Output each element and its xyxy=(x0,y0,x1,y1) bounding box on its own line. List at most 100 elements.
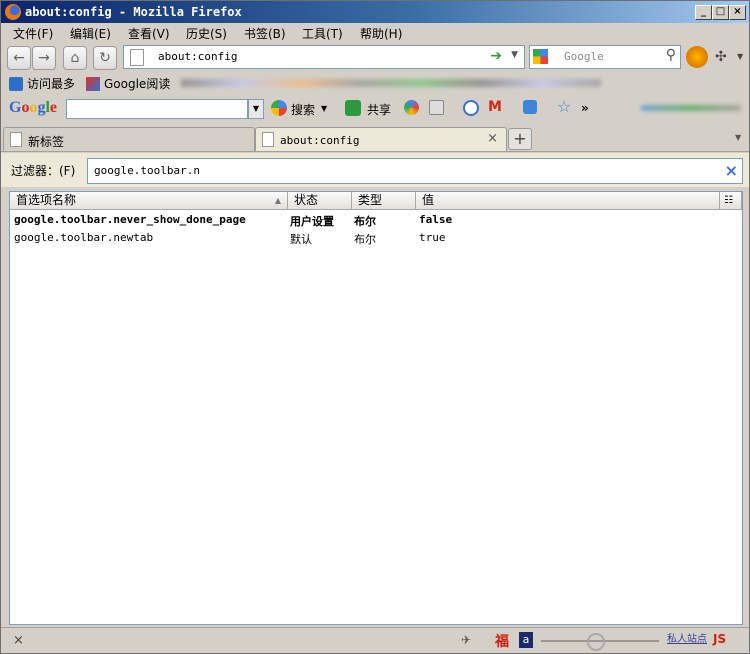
gmail-icon[interactable]: M xyxy=(488,99,502,115)
bookmark-label: Google阅读 xyxy=(104,77,171,91)
addon-face-icon[interactable] xyxy=(686,46,708,68)
bookmark-google-reader[interactable]: Google阅读 xyxy=(86,75,170,92)
tab-label: about:config xyxy=(280,134,360,147)
column-label: 首选项名称 xyxy=(16,193,77,207)
block-icon[interactable] xyxy=(587,633,605,651)
pref-type: 布尔 xyxy=(354,215,376,228)
search-bar[interactable]: Google ⚲ xyxy=(529,45,681,69)
forward-button[interactable]: → xyxy=(32,46,56,70)
filter-input-text[interactable]: google.toolbar.n xyxy=(94,164,200,177)
menu-history[interactable]: 历史(S) xyxy=(186,25,227,42)
table-row[interactable]: google.toolbar.newtab 默认 布尔 true xyxy=(10,228,722,246)
table-row[interactable]: google.toolbar.never_show_done_page 用户设置… xyxy=(10,210,722,228)
close-window-button[interactable]: × xyxy=(729,5,746,20)
close-tab-icon[interactable]: × xyxy=(487,131,498,146)
pref-value: false xyxy=(419,213,453,226)
toolbar-more-icon[interactable]: ▼ xyxy=(737,52,743,61)
notebook-icon[interactable] xyxy=(429,100,444,115)
new-tab-button[interactable]: + xyxy=(508,128,532,150)
search-placeholder[interactable]: Google xyxy=(564,50,604,63)
go-arrow-icon[interactable]: ➔ xyxy=(490,48,502,64)
page-icon xyxy=(262,132,274,147)
google-search-dropdown[interactable]: ▼ xyxy=(248,99,264,119)
clear-filter-icon[interactable]: × xyxy=(725,161,738,180)
column-header-type[interactable]: 类型 xyxy=(352,192,416,209)
google-reader-icon xyxy=(86,77,100,91)
minimize-button[interactable]: _ xyxy=(695,5,712,20)
star-bookmark-icon[interactable]: ☆ xyxy=(557,97,571,116)
close-findbar-icon[interactable]: × xyxy=(13,633,24,648)
reload-icon: ↻ xyxy=(99,50,111,66)
url-dropdown-icon[interactable]: ▼ xyxy=(511,50,518,60)
google-logo[interactable]: Google xyxy=(9,99,57,117)
url-text[interactable]: about:config xyxy=(158,50,237,63)
sort-ascending-icon: ▲ xyxy=(274,196,281,205)
google-search-icon[interactable] xyxy=(271,100,287,116)
back-button[interactable]: ← xyxy=(7,46,31,70)
firefox-logo-icon xyxy=(5,4,21,20)
page-icon xyxy=(10,132,22,147)
menu-file[interactable]: 文件(F) xyxy=(13,25,53,42)
menu-bar: 文件(F) 编辑(E) 查看(V) 历史(S) 书签(B) 工具(T) 帮助(H… xyxy=(1,23,749,43)
search-icon[interactable]: ⚲ xyxy=(666,47,676,63)
addon-status-icon[interactable]: ✈ xyxy=(461,633,471,647)
home-icon: ⌂ xyxy=(70,50,80,66)
blurred-toolbar-items xyxy=(641,105,741,111)
search-engine-icon[interactable] xyxy=(533,49,548,64)
home-button[interactable]: ⌂ xyxy=(63,46,87,70)
navigation-bar: ← → ⌂ ↻ about:config ➔ ▼ Google ⚲ ✣ ▼ xyxy=(1,43,749,71)
fortune-icon[interactable]: 福 xyxy=(495,631,509,651)
tab-about-config[interactable]: about:config × xyxy=(255,127,507,151)
js-toggle-icon[interactable]: JS xyxy=(713,632,726,646)
column-label: 状态 xyxy=(294,193,319,207)
google-search-button[interactable]: 搜索 xyxy=(291,101,315,118)
a-button-icon[interactable]: a xyxy=(519,632,533,648)
share-icon[interactable] xyxy=(345,100,361,116)
puzzle-icon[interactable] xyxy=(523,100,537,114)
share-button[interactable]: 共享 xyxy=(367,101,391,118)
menu-help[interactable]: 帮助(H) xyxy=(360,25,402,42)
bookmarks-bar: 访问最多 Google阅读 xyxy=(1,71,749,95)
more-tools-button[interactable]: » xyxy=(581,101,589,115)
google-search-input[interactable] xyxy=(66,99,248,119)
bookmark-label: 访问最多 xyxy=(27,77,76,91)
preferences-table[interactable]: 首选项名称 ▲ 状态 类型 值 ☷ google.toolbar.never_s… xyxy=(9,191,743,625)
menu-edit[interactable]: 编辑(E) xyxy=(70,25,111,42)
column-label: 类型 xyxy=(358,193,383,207)
extension-icon[interactable]: ✣ xyxy=(715,49,727,65)
column-header-status[interactable]: 状态 xyxy=(288,192,352,209)
column-label: 值 xyxy=(422,193,435,207)
filter-input[interactable]: google.toolbar.n × xyxy=(87,158,743,184)
forward-arrow-icon: → xyxy=(38,50,50,66)
reload-button[interactable]: ↻ xyxy=(93,46,117,70)
clock-icon[interactable] xyxy=(463,100,479,116)
pref-status: 默认 xyxy=(290,233,312,246)
column-header-value[interactable]: 值 xyxy=(416,192,720,209)
private-sites-label[interactable]: 私人站点 xyxy=(667,630,707,645)
pref-name: google.toolbar.newtab xyxy=(14,231,154,244)
url-bar[interactable]: about:config ➔ ▼ xyxy=(123,45,525,69)
status-bar: × ✈ 福 a 私人站点 JS xyxy=(1,627,749,654)
firefox-window: about:config - Mozilla Firefox _ □ × 文件(… xyxy=(0,0,750,654)
blurred-bookmarks xyxy=(181,79,601,87)
maximize-button[interactable]: □ xyxy=(712,5,729,20)
back-arrow-icon: ← xyxy=(13,50,25,66)
title-bar: about:config - Mozilla Firefox _ □ × xyxy=(1,1,749,23)
filter-row: 过滤器：(F) google.toolbar.n × xyxy=(1,153,749,187)
tab-list-icon[interactable]: ▼ xyxy=(735,133,741,142)
picasa-icon[interactable] xyxy=(404,100,419,115)
most-visited-icon xyxy=(9,77,23,91)
search-dropdown-icon[interactable]: ▼ xyxy=(321,104,327,113)
tab-strip: 新标签 about:config × + ▼ xyxy=(1,123,749,152)
google-toolbar: Google ▼ 搜索 ▼ 共享 M ☆ » xyxy=(1,95,749,123)
column-header-name[interactable]: 首选项名称 ▲ xyxy=(10,192,288,209)
bookmark-most-visited[interactable]: 访问最多 xyxy=(9,75,75,92)
tab-new-tab[interactable]: 新标签 xyxy=(3,127,255,151)
page-icon xyxy=(130,49,144,66)
menu-bookmarks[interactable]: 书签(B) xyxy=(244,25,286,42)
menu-view[interactable]: 查看(V) xyxy=(128,25,170,42)
tab-label: 新标签 xyxy=(28,135,65,149)
pref-type: 布尔 xyxy=(354,233,376,246)
column-picker-icon[interactable]: ☷ xyxy=(720,192,742,209)
menu-tools[interactable]: 工具(T) xyxy=(302,25,343,42)
